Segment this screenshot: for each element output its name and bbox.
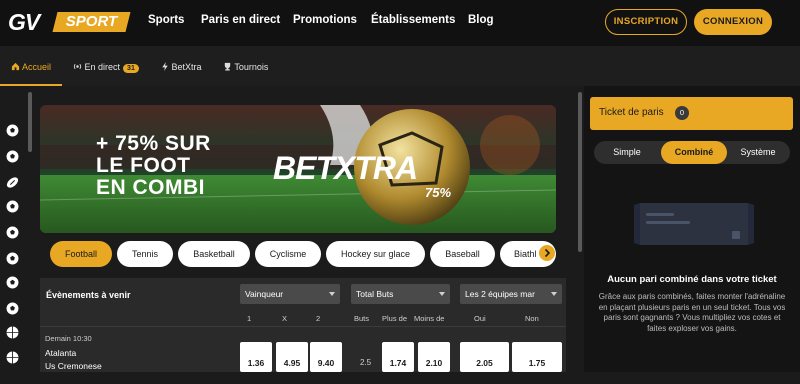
sport-icon-rail bbox=[0, 86, 26, 372]
sport-pill-baseball[interactable]: Baseball bbox=[430, 241, 495, 267]
events-title: Évènements à venir bbox=[46, 290, 131, 300]
subnav-home-label: Accueil bbox=[22, 62, 52, 72]
market-select-total-goals-value: Total Buts bbox=[356, 289, 394, 299]
live-count-badge: 31 bbox=[123, 64, 139, 73]
top-bar: GV SPORT Sports Paris en direct Promotio… bbox=[0, 0, 800, 46]
subnav-home[interactable]: Accueil bbox=[11, 62, 51, 72]
betxtra-brand: BETXTRA bbox=[273, 150, 418, 186]
chevron-down-icon bbox=[551, 292, 557, 296]
tab-combined[interactable]: Combiné bbox=[661, 141, 727, 164]
nav-blog[interactable]: Blog bbox=[468, 14, 494, 26]
bet-slip-count: 0 bbox=[675, 106, 689, 120]
logo-sport-text: SPORT bbox=[65, 13, 118, 30]
odd-button-over[interactable]: 1.74 bbox=[382, 342, 414, 372]
sub-nav: Accueil En direct 31 BetXtra Tournois bbox=[0, 46, 800, 86]
trophy-icon bbox=[224, 62, 231, 71]
col-header-x: X bbox=[282, 314, 288, 323]
odd-button-x[interactable]: 4.95 bbox=[276, 342, 308, 372]
sport-pill-football[interactable]: Football bbox=[50, 241, 112, 267]
odd-button-1[interactable]: 1.36 bbox=[240, 342, 272, 372]
football-icon[interactable] bbox=[6, 226, 19, 239]
football-icon[interactable] bbox=[6, 200, 19, 213]
nav-sports[interactable]: Sports bbox=[148, 14, 184, 26]
rugby-ball-icon[interactable] bbox=[6, 176, 19, 189]
col-header-1: 1 bbox=[247, 314, 252, 323]
football-icon[interactable] bbox=[6, 276, 19, 289]
chevron-down-icon bbox=[329, 292, 335, 296]
subnav-betxtra-label: BetXtra bbox=[171, 62, 202, 72]
market-select-total-goals[interactable]: Total Buts bbox=[351, 284, 450, 304]
login-button[interactable]: CONNEXION bbox=[694, 9, 772, 35]
basketball-icon[interactable] bbox=[6, 326, 19, 339]
tab-system[interactable]: Système bbox=[726, 141, 790, 164]
bet-slip-title: Ticket de paris bbox=[599, 107, 664, 118]
left-scrollbar[interactable] bbox=[28, 92, 32, 152]
subnav-live[interactable]: En direct 31 bbox=[73, 62, 139, 73]
sport-pill-cycling[interactable]: Cyclisme bbox=[255, 241, 321, 267]
promo-banner[interactable]: + 75% SUR LE FOOT EN COMBI BETXTRA 75% bbox=[40, 105, 556, 233]
main-scrollbar[interactable] bbox=[578, 92, 582, 252]
market-select-winner[interactable]: Vainqueur bbox=[240, 284, 340, 304]
banner-headline: + 75% SUR LE FOOT EN COMBI bbox=[96, 133, 211, 199]
chevron-right-icon bbox=[544, 248, 551, 258]
bet-slip-header[interactable]: Ticket de paris 0 bbox=[590, 97, 793, 130]
live-broadcast-icon bbox=[73, 63, 82, 70]
odd-button-2[interactable]: 9.40 bbox=[310, 342, 342, 372]
football-icon[interactable] bbox=[6, 150, 19, 163]
col-header-no: Non bbox=[525, 314, 539, 323]
col-header-2: 2 bbox=[316, 314, 321, 323]
odd-button-yes[interactable]: 2.05 bbox=[460, 342, 509, 372]
col-header-yes: Oui bbox=[474, 314, 486, 323]
bet-type-tabs: Simple Combiné Système bbox=[594, 141, 790, 164]
gvsport-logo[interactable]: GV SPORT bbox=[8, 9, 131, 35]
football-icon[interactable] bbox=[6, 252, 19, 265]
subnav-live-label: En direct bbox=[84, 62, 121, 72]
match-away-team[interactable]: Us Cremonese bbox=[45, 361, 102, 371]
football-icon[interactable] bbox=[6, 302, 19, 315]
row-divider bbox=[40, 326, 566, 327]
empty-ticket-illustration bbox=[634, 203, 754, 245]
col-header-over: Plus de bbox=[382, 314, 408, 323]
banner-line-2: LE FOOT bbox=[96, 154, 191, 177]
nav-establishments[interactable]: Établissements bbox=[371, 14, 455, 26]
match-home-team[interactable]: Atalanta bbox=[45, 348, 76, 358]
goals-line: 2.5 bbox=[360, 358, 372, 367]
tab-simple[interactable]: Simple bbox=[594, 141, 660, 164]
empty-ticket-description: Grâce aux paris combinés, faites monter … bbox=[598, 292, 786, 333]
banner-line-1: + 75% SUR bbox=[96, 132, 211, 155]
betxtra-percent: 75% bbox=[425, 185, 452, 200]
chevron-down-icon bbox=[439, 292, 445, 296]
market-select-both-score-value: Les 2 équipes mar bbox=[465, 289, 535, 299]
odd-button-no[interactable]: 1.75 bbox=[512, 342, 562, 372]
nav-promotions[interactable]: Promotions bbox=[293, 14, 357, 26]
football-icon[interactable] bbox=[6, 124, 19, 137]
sport-pill-basketball[interactable]: Basketball bbox=[178, 241, 250, 267]
lightning-icon bbox=[162, 62, 168, 71]
signup-button[interactable]: INSCRIPTION bbox=[605, 9, 687, 35]
banner-line-3: EN COMBI bbox=[96, 176, 205, 199]
sport-pill-tennis[interactable]: Tennis bbox=[117, 241, 173, 267]
match-time: Demain 10:30 bbox=[45, 334, 92, 343]
bet-slip-panel: Ticket de paris 0 Simple Combiné Système… bbox=[584, 86, 800, 372]
subnav-betxtra[interactable]: BetXtra bbox=[161, 62, 202, 72]
basketball-icon[interactable] bbox=[6, 351, 19, 364]
market-select-both-score[interactable]: Les 2 équipes mar bbox=[460, 284, 562, 304]
pills-next-button[interactable] bbox=[539, 245, 555, 261]
nav-live-betting[interactable]: Paris en direct bbox=[201, 14, 280, 26]
col-header-under: Moins de bbox=[414, 314, 445, 323]
subnav-tournaments-label: Tournois bbox=[234, 62, 269, 72]
home-icon bbox=[11, 62, 20, 71]
subnav-tournaments[interactable]: Tournois bbox=[223, 62, 268, 72]
upcoming-events-table: Évènements à venir Vainqueur Total Buts … bbox=[40, 278, 566, 372]
sport-pill-ice-hockey[interactable]: Hockey sur glace bbox=[326, 241, 425, 267]
logo-gv: GV bbox=[8, 9, 40, 35]
empty-ticket-title: Aucun pari combiné dans votre ticket bbox=[607, 274, 777, 285]
odd-button-under[interactable]: 2.10 bbox=[418, 342, 450, 372]
market-select-winner-value: Vainqueur bbox=[245, 289, 284, 299]
logo-sport-badge: SPORT bbox=[52, 12, 131, 32]
col-header-goals: Buts bbox=[354, 314, 370, 323]
